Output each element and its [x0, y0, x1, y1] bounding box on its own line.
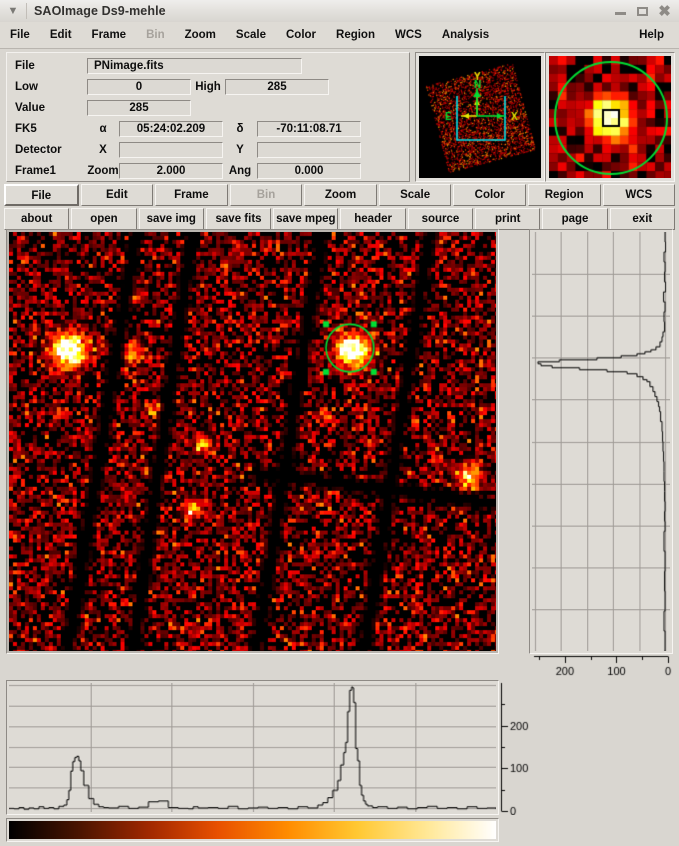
vertical-cut-graph	[529, 229, 673, 654]
frame-label: Frame1	[15, 164, 56, 177]
zoom-label: Zoom	[87, 164, 119, 177]
detector-x-value[interactable]	[119, 141, 223, 158]
pixel-value: 285	[87, 99, 191, 116]
menu-bar: File Edit Frame Bin Zoom Scale Color Reg…	[0, 22, 679, 49]
button-Region[interactable]: Region	[527, 184, 601, 206]
detector-label: Detector	[15, 143, 62, 156]
panner-widget[interactable]	[415, 52, 545, 182]
button-save-mpeg[interactable]: save mpeg	[273, 208, 339, 230]
menu-analysis[interactable]: Analysis	[433, 27, 498, 43]
info-row-file: File PNimage.fits	[10, 55, 406, 76]
minimize-icon[interactable]	[614, 5, 627, 18]
menu-color[interactable]: Color	[277, 27, 325, 43]
horizontal-cut-axis	[499, 680, 559, 815]
high-value[interactable]: 285	[225, 78, 329, 95]
panner-canvas[interactable]	[419, 56, 541, 178]
ds9-window: ▼ SAOImage Ds9-mehle ✖ File Edit Frame B…	[0, 0, 679, 846]
window-title: SAOImage Ds9-mehle	[34, 4, 166, 18]
magnifier-canvas	[549, 56, 671, 178]
menu-help[interactable]: Help	[630, 27, 678, 43]
button-Zoom[interactable]: Zoom	[304, 184, 377, 206]
high-label: High	[195, 80, 221, 93]
button-source[interactable]: source	[407, 208, 474, 230]
button-Bin: Bin	[229, 184, 303, 206]
angle-label: Ang	[228, 164, 252, 177]
low-value[interactable]: 0	[87, 78, 191, 95]
button-save-fits[interactable]: save fits	[205, 208, 272, 230]
menu-frame[interactable]: Frame	[83, 27, 136, 43]
button-print[interactable]: print	[475, 208, 541, 230]
low-label: Low	[15, 80, 38, 93]
button-WCS[interactable]: WCS	[602, 184, 676, 206]
value-label: Value	[15, 101, 46, 114]
detector-x-label: X	[99, 143, 107, 156]
image-frame	[6, 229, 499, 654]
button-File[interactable]: File	[4, 184, 79, 206]
magnifier-widget	[545, 52, 675, 182]
button-row-secondary: about open save img save fits save mpeg heade…	[4, 208, 675, 230]
fits-image-display[interactable]	[9, 232, 496, 651]
angle-value[interactable]: 0.000	[257, 162, 361, 179]
title-bar: ▼ SAOImage Ds9-mehle ✖	[0, 0, 679, 23]
close-icon[interactable]: ✖	[658, 4, 671, 19]
info-row-value: Value 285	[10, 97, 406, 118]
button-Frame[interactable]: Frame	[155, 184, 228, 206]
info-row-lowhigh: Low 0 High 285	[10, 76, 406, 97]
button-about[interactable]: about	[4, 208, 70, 230]
ra-value[interactable]: 05:24:02.209	[119, 120, 223, 137]
vertical-cut-canvas	[532, 232, 670, 651]
horizontal-cut-canvas	[9, 683, 496, 812]
zoom-value[interactable]: 2.000	[119, 162, 223, 179]
menu-file[interactable]: File	[1, 27, 39, 43]
dec-value[interactable]: -70:11:08.71	[257, 120, 361, 137]
button-header[interactable]: header	[340, 208, 406, 230]
colorbar-widget[interactable]	[6, 818, 499, 842]
file-label: File	[15, 59, 35, 72]
button-Scale[interactable]: Scale	[378, 184, 452, 206]
maximize-icon[interactable]	[636, 5, 649, 18]
menu-zoom[interactable]: Zoom	[176, 27, 225, 43]
delta-symbol: δ	[236, 122, 244, 135]
wcs-system-label: FK5	[15, 122, 37, 135]
button-Edit[interactable]: Edit	[80, 184, 154, 206]
info-panel: File PNimage.fits Low 0 High 285 Value 2…	[6, 52, 410, 182]
button-save-img[interactable]: save img	[138, 208, 204, 230]
button-open[interactable]: open	[71, 208, 137, 230]
info-row-detector: Detector X Y	[10, 139, 406, 160]
title-divider	[26, 3, 27, 19]
button-page[interactable]: page	[542, 208, 608, 230]
button-exit[interactable]: exit	[609, 208, 675, 230]
detector-y-label: Y	[236, 143, 244, 156]
file-value[interactable]: PNimage.fits	[87, 57, 302, 74]
vertical-cut-axis	[529, 654, 679, 678]
button-row-primary: File Edit Frame Bin Zoom Scale Color Region WCS	[4, 184, 676, 206]
menu-region[interactable]: Region	[327, 27, 384, 43]
menu-bin: Bin	[146, 29, 165, 41]
window-menu-icon[interactable]: ▼	[0, 0, 26, 22]
menu-edit[interactable]: Edit	[41, 27, 81, 43]
menu-scale[interactable]: Scale	[227, 27, 275, 43]
colorbar-canvas[interactable]	[9, 821, 496, 839]
info-row-coords: FK5 α 05:24:02.209 δ -70:11:08.71	[10, 118, 406, 139]
button-Color[interactable]: Color	[453, 184, 526, 206]
horizontal-cut-graph	[6, 680, 499, 815]
info-row-frame: Frame1 Zoom 2.000 Ang 0.000	[10, 160, 406, 181]
menu-wcs[interactable]: WCS	[386, 27, 431, 43]
detector-y-value[interactable]	[257, 141, 361, 158]
alpha-symbol: α	[99, 122, 107, 135]
